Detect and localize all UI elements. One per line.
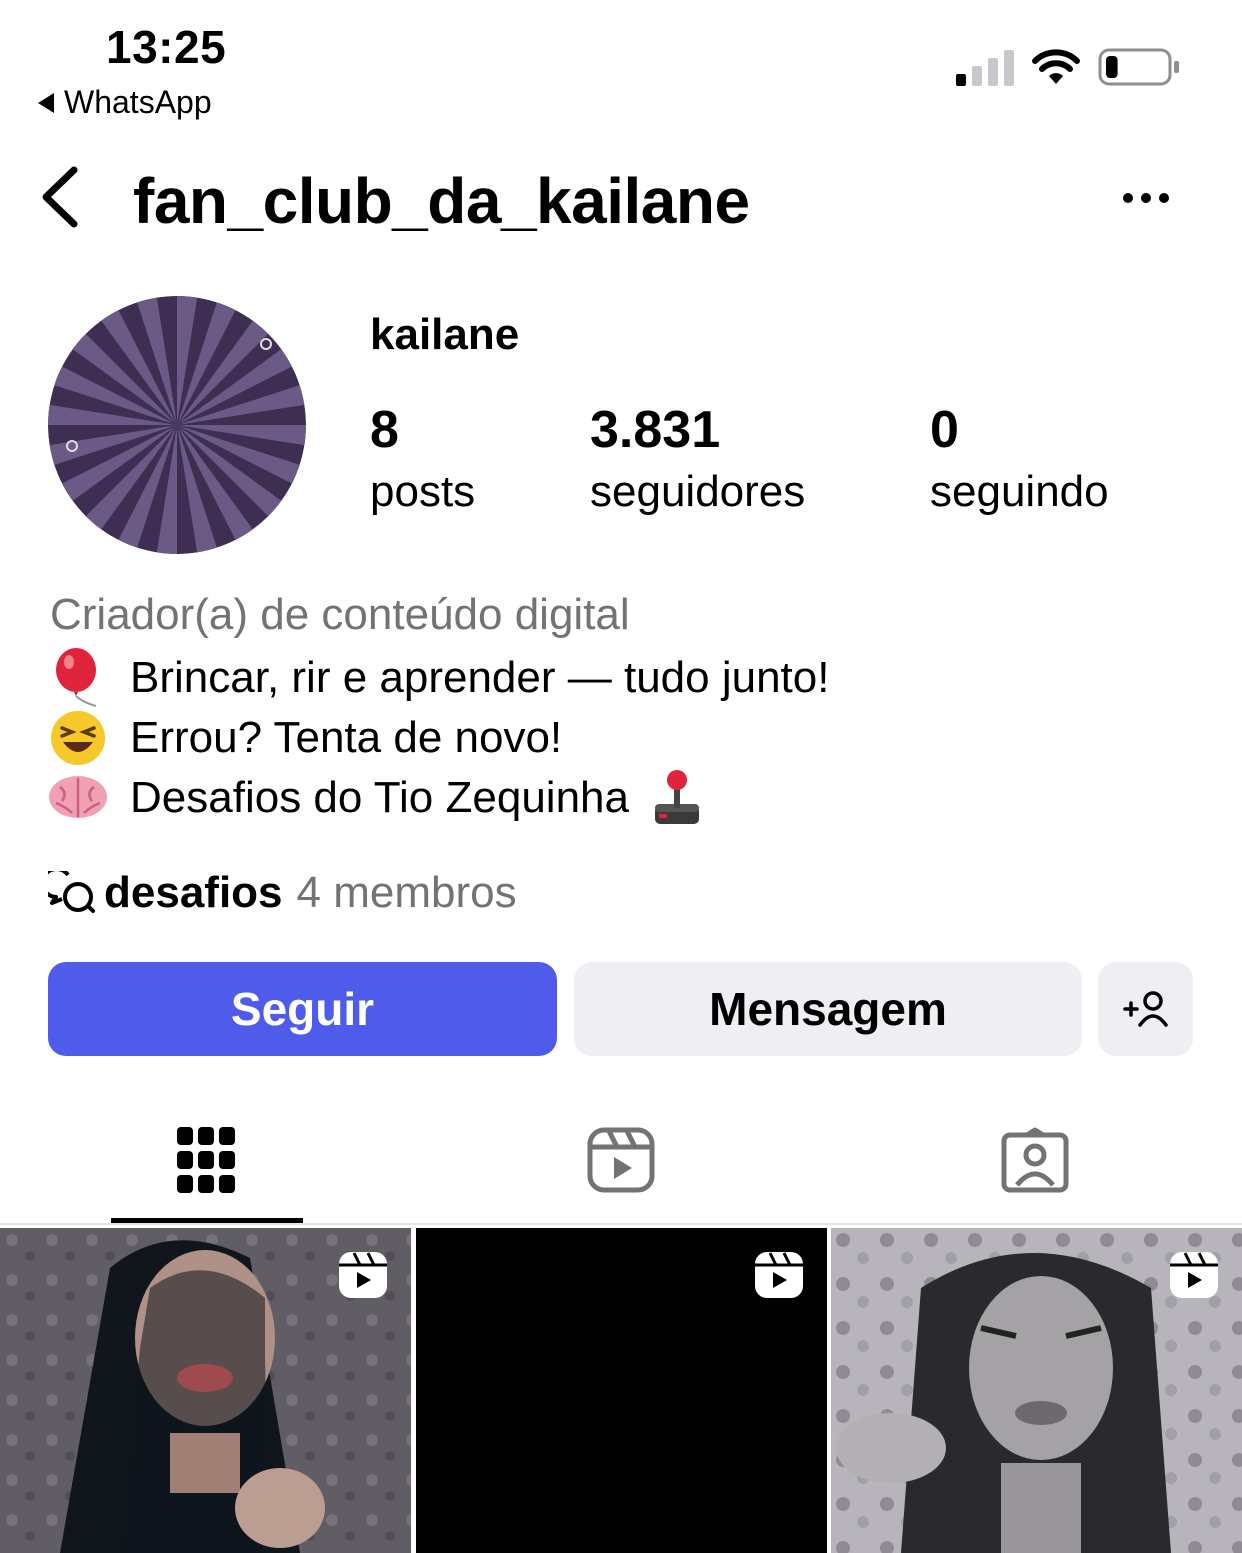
- bio-line: Desafios do Tio Zequinha: [48, 768, 707, 828]
- back-app-label: WhatsApp: [64, 84, 212, 120]
- active-tab-indicator: [111, 1218, 303, 1223]
- bio-text: Brincar, rir e aprender — tudo junto!: [130, 653, 830, 702]
- grid-icon: [177, 1127, 235, 1193]
- joystick-icon: [647, 768, 707, 828]
- reels-icon: [587, 1127, 655, 1193]
- avatar[interactable]: [48, 296, 306, 554]
- reel-badge-icon: [1170, 1252, 1218, 1298]
- stat-posts-label: posts: [370, 467, 476, 516]
- tab-divider: [0, 1223, 1242, 1225]
- stat-followers-label: seguidores: [590, 467, 806, 516]
- battery-icon: [1098, 48, 1179, 86]
- suggested-users-button[interactable]: [1098, 962, 1193, 1056]
- bio-line: Brincar, rir e aprender — tudo junto!: [48, 648, 829, 708]
- broadcast-channel-link[interactable]: desafios 4 membros: [48, 868, 517, 918]
- channel-members: 4 membros: [296, 868, 517, 917]
- stat-followers-value: 3.831: [590, 401, 721, 459]
- stat-following-label: seguindo: [930, 467, 1109, 516]
- reel-badge-icon: [339, 1252, 387, 1298]
- tab-tagged[interactable]: [995, 1120, 1075, 1200]
- bio-text: Errou? Tenta de novo!: [130, 713, 563, 762]
- stat-following-value: 0: [930, 401, 959, 459]
- wifi-icon: [1032, 49, 1080, 84]
- tab-reels[interactable]: [581, 1120, 661, 1200]
- status-time: 13:25: [106, 21, 227, 73]
- avatar-sunburst-image: [48, 296, 306, 554]
- bio-text: Desafios do Tio Zequinha: [130, 773, 629, 822]
- back-to-app-link[interactable]: WhatsApp: [38, 84, 212, 121]
- tagged-icon: [1001, 1127, 1069, 1193]
- bio-line: Errou? Tenta de novo!: [48, 708, 562, 768]
- add-person-icon: [1122, 991, 1168, 1027]
- stat-posts-value: 8: [370, 401, 399, 459]
- stat-posts[interactable]: 8 posts: [370, 400, 475, 524]
- balloon-icon: [48, 648, 108, 708]
- display-name: kailane: [370, 310, 520, 359]
- reel-badge-icon: [755, 1252, 803, 1298]
- chat-bubbles-icon: [48, 871, 95, 913]
- profile-handle: fan_club_da_kailane: [133, 165, 750, 237]
- back-chevron-icon[interactable]: [36, 164, 86, 230]
- grid-post-3[interactable]: [831, 1228, 1242, 1553]
- grid-post-2[interactable]: [416, 1228, 827, 1553]
- laughing-face-icon: [48, 708, 108, 768]
- tab-posts-grid[interactable]: [166, 1120, 246, 1200]
- grid-post-1[interactable]: [0, 1228, 411, 1553]
- brain-icon: [48, 768, 108, 828]
- cellular-signal-icon: [956, 50, 1014, 86]
- channel-name: desafios: [104, 868, 283, 917]
- more-options-icon[interactable]: [1118, 180, 1174, 216]
- stat-followers[interactable]: 3.831 seguidores: [590, 400, 805, 524]
- profile-category: Criador(a) de conteúdo digital: [50, 590, 630, 639]
- stat-following[interactable]: 0 seguindo: [930, 400, 1109, 524]
- follow-button[interactable]: Seguir: [48, 962, 557, 1056]
- message-button[interactable]: Mensagem: [574, 962, 1082, 1056]
- back-arrow-icon: [38, 92, 54, 113]
